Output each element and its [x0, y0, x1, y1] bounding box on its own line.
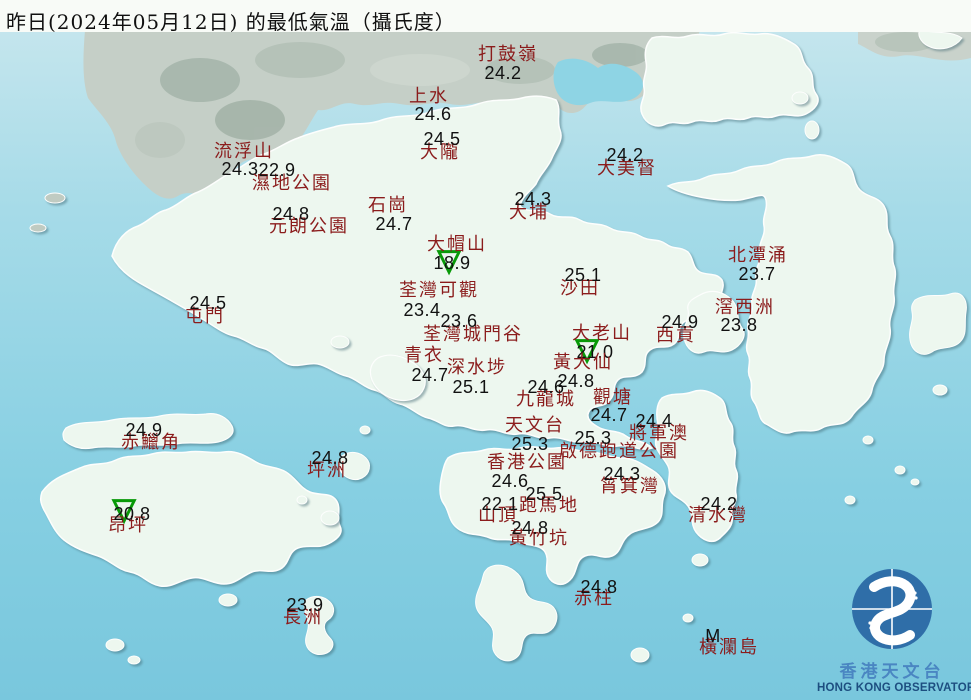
station-value: 24.2	[700, 494, 738, 514]
station-value: 25.1	[452, 377, 490, 397]
hko-logo-icon	[852, 569, 932, 649]
station-value: 23.8	[720, 315, 758, 335]
station-name: 大帽山	[427, 234, 487, 255]
station-name: 黃大仙	[553, 352, 613, 373]
station-value: 24.8	[272, 204, 310, 224]
station-value: 24.2	[606, 145, 644, 165]
station-value: 24.3	[603, 464, 641, 484]
station-value: 18.9	[433, 253, 471, 273]
station-name: 天文台	[505, 415, 565, 436]
station-value: 24.4	[635, 411, 673, 431]
station-name: 大老山	[572, 323, 632, 344]
station-value: 24.9	[125, 420, 163, 440]
hko-logo-english: HONG KONG OBSERVATORY	[817, 682, 971, 694]
station-value: 23.4	[403, 300, 441, 320]
station-name: 香港公園	[487, 452, 567, 473]
station-value: 24.6	[414, 104, 452, 124]
station-value: 24.8	[580, 577, 618, 597]
station-value: 22.1	[481, 494, 519, 514]
station-value: 23.6	[440, 311, 478, 331]
station-value: 25.1	[564, 265, 602, 285]
station-value: 23.9	[286, 595, 324, 615]
station-value: 23.7	[738, 264, 776, 284]
station-value: 22.9	[258, 160, 296, 180]
station-value: 24.3	[514, 189, 552, 209]
station-value: 24.7	[590, 405, 628, 425]
station-value: 25.3	[511, 434, 549, 454]
station-value: 24.8	[311, 448, 349, 468]
station-name: 北潭涌	[728, 245, 788, 266]
station-value: 20.8	[113, 504, 151, 524]
station-name: 打鼓嶺	[478, 44, 538, 65]
station-value: 24.7	[375, 214, 413, 234]
station-name: 深水埗	[447, 357, 507, 378]
station-name: 荃灣可觀	[399, 280, 479, 301]
station-name: 青衣	[404, 345, 444, 366]
station-value: 24.5	[423, 129, 461, 149]
station-name: 石崗	[368, 195, 408, 216]
station-value: 24.8	[511, 518, 549, 538]
hko-logo-chinese: 香港天文台	[839, 662, 945, 682]
station-value: 24.5	[189, 293, 227, 313]
station-value: M	[705, 626, 721, 646]
min-temperature-map: 昨日(2024年05月12日) 的最低氣溫（攝氏度） 打鼓嶺 24.2 上水 24.6…	[0, 0, 971, 700]
hko-logo: 香港天文台 HONG KONG OBSERVATORY	[817, 567, 971, 694]
station-value: 24.9	[661, 312, 699, 332]
station-value: 24.6	[491, 471, 529, 491]
station-value: 24.6	[527, 377, 565, 397]
map-title: 昨日(2024年05月12日) 的最低氣溫（攝氏度）	[6, 10, 456, 34]
station-value: 24.7	[411, 365, 449, 385]
station-value: 24.2	[484, 63, 522, 83]
station-value: 25.5	[525, 484, 563, 504]
station-value: 25.3	[574, 428, 612, 448]
